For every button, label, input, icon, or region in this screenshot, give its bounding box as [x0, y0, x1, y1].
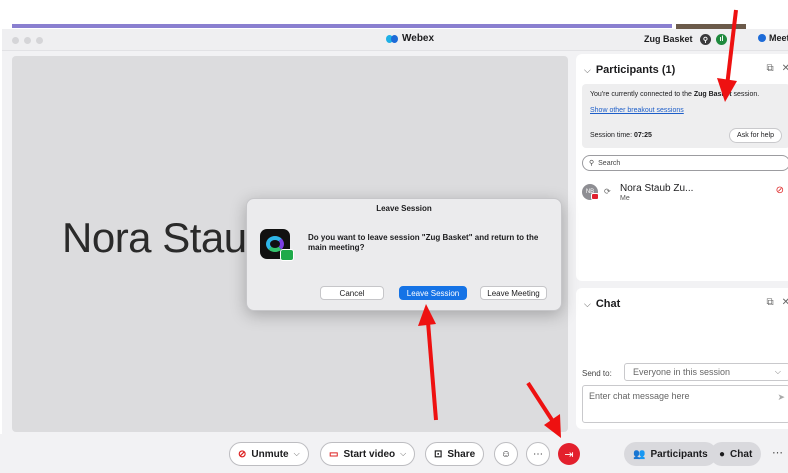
send-to-label: Send to: [582, 369, 612, 378]
chevron-down-icon: ⌵ [584, 298, 591, 309]
webex-app-icon [260, 229, 294, 265]
start-video-button[interactable]: ▭ Start video ⌵ [320, 442, 416, 466]
more-icon: ⋯ [533, 448, 543, 460]
meeting-info-label: Meeting Info [769, 33, 788, 43]
participant-name: Nora Staub Zu... [620, 183, 694, 194]
status-icon[interactable]: ⚲ [700, 34, 711, 45]
chat-button[interactable]: ● Chat [710, 442, 762, 466]
participant-role: Me [620, 195, 630, 202]
minimize-window-button[interactable] [24, 37, 31, 44]
chat-panel-actions: ⧉ ✕ [766, 297, 788, 308]
reactions-button[interactable]: ☺ [494, 442, 518, 466]
participants-panel: ⌵ Participants (1) ⧉ ✕ You're currently … [576, 54, 788, 281]
unmute-label: Unmute [251, 448, 289, 460]
audio-connecting-icon: ⟳ [604, 187, 611, 196]
participants-panel-actions: ⧉ ✕ [766, 63, 788, 74]
chat-title: Chat [595, 298, 621, 310]
breakout-info-box: You're currently connected to the Zug Ba… [582, 84, 788, 148]
share-icon: ⊡ [434, 448, 443, 460]
send-to-select[interactable]: Everyone in this session ⌵ [624, 363, 788, 381]
close-window-button[interactable] [12, 37, 19, 44]
search-icon: ⚲ [589, 160, 595, 167]
title-bar: Webex Zug Basket ⚲ ıl Meeting Info [2, 29, 788, 51]
dialog-message: Do you want to leave session "Zug Basket… [308, 233, 539, 252]
send-to-value: Everyone in this session [633, 367, 731, 377]
participants-header[interactable]: ⌵ Participants (1) [584, 64, 675, 76]
info-text-prefix: You're currently connected to the [590, 91, 694, 98]
participant-display-name: Nora Stau [62, 214, 247, 261]
share-button[interactable]: ⊡ Share [425, 442, 485, 466]
meeting-toolbar: ⊘ Unmute ⌵ ▭ Start video ⌵ ⊡ Share ☺ ⋯ ⇥… [0, 434, 788, 473]
video-off-badge-icon [591, 193, 599, 200]
participants-title: Participants (1) [595, 64, 676, 76]
chevron-down-icon[interactable]: ⌵ [294, 449, 300, 459]
chat-header[interactable]: ⌵ Chat [584, 298, 620, 310]
session-name: Zug Basket [644, 34, 693, 44]
chat-input-placeholder: Enter chat message here [589, 391, 690, 401]
chevron-down-icon[interactable]: ⌵ [400, 449, 406, 459]
show-other-sessions-link[interactable]: Show other breakout sessions [590, 106, 782, 115]
app-title: Webex [386, 33, 434, 44]
smiley-icon: ☺ [500, 448, 512, 460]
zoom-window-button[interactable] [36, 37, 43, 44]
leave-button[interactable]: ⇥ [558, 443, 580, 465]
chevron-down-icon: ⌵ [584, 64, 591, 75]
webex-logo-icon [386, 34, 398, 43]
session-time: Session time: 07:25 [590, 131, 652, 140]
purple-bar [12, 24, 672, 28]
cancel-button[interactable]: Cancel [320, 286, 384, 300]
popout-icon[interactable]: ⧉ [766, 63, 773, 74]
session-time-value: 07:25 [633, 132, 652, 139]
video-off-icon: ▭ [329, 448, 339, 460]
dialog-title: Leave Session [376, 204, 432, 213]
leave-meeting-button[interactable]: Leave Meeting [480, 286, 547, 300]
share-label: Share [447, 448, 476, 460]
participants-label: Participants [650, 448, 708, 460]
info-session-name: Zug Basket [693, 91, 732, 98]
leave-session-dialog: Leave Session Do you want to leave sessi… [246, 198, 562, 311]
chat-message-input[interactable]: Enter chat message here ➤ [582, 385, 788, 423]
meeting-info-button[interactable]: Meeting Info [758, 33, 788, 43]
participant-search[interactable]: ⚲ Search [582, 155, 788, 171]
more-options-button[interactable]: ⋯ [526, 442, 550, 466]
send-icon[interactable]: ➤ [777, 392, 785, 403]
chat-label: Chat [730, 448, 753, 460]
participant-row[interactable]: NB ⟳ Nora Staub Zu... Me ⊘ [582, 182, 788, 206]
muted-mic-icon: ⊘ [775, 185, 784, 196]
info-icon [758, 34, 766, 42]
unmute-button[interactable]: ⊘ Unmute ⌵ [229, 442, 309, 466]
participants-button[interactable]: 👥 Participants [624, 442, 717, 466]
session-time-label: Session time: [590, 132, 634, 139]
muted-mic-icon: ⊘ [238, 448, 247, 460]
app-title-text: Webex [402, 33, 435, 44]
ask-for-help-button[interactable]: Ask for help [729, 128, 782, 143]
start-video-label: Start video [343, 448, 396, 460]
chat-panel: ⌵ Chat ⧉ ✕ Send to: Everyone in this ses… [576, 288, 788, 429]
chevron-down-icon: ⌵ [774, 367, 781, 376]
people-icon: 👥 [633, 448, 646, 460]
close-icon[interactable]: ✕ [782, 63, 788, 74]
more-icon[interactable]: ⋯ [772, 446, 783, 459]
exit-icon: ⇥ [564, 448, 574, 461]
close-icon[interactable]: ✕ [782, 297, 788, 308]
video-camera-icon [280, 249, 294, 261]
info-text-suffix: session. [731, 91, 760, 98]
popout-icon[interactable]: ⧉ [766, 297, 773, 308]
chat-bubble-icon: ● [719, 448, 726, 460]
search-input[interactable]: Search [598, 160, 620, 167]
leave-session-button[interactable]: Leave Session [399, 286, 467, 300]
network-icon[interactable]: ıl [716, 34, 727, 45]
